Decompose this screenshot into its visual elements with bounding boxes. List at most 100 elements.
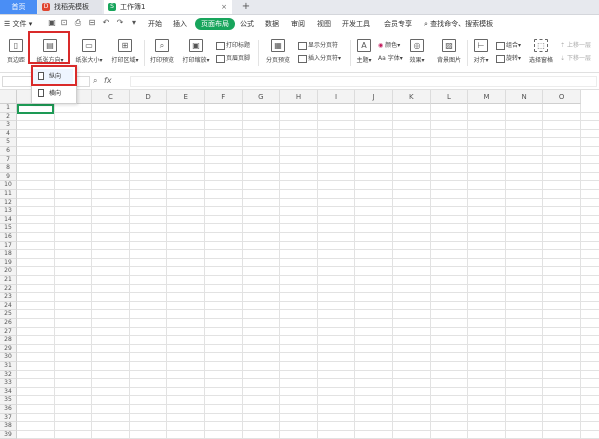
menu-member[interactable]: 会员专享 <box>384 19 412 29</box>
column-header[interactable]: J <box>355 90 393 104</box>
column-header[interactable]: I <box>317 90 356 104</box>
row-header[interactable]: 26 <box>0 319 17 328</box>
group-button[interactable]: 组合▾ <box>496 40 521 50</box>
header-footer-button[interactable]: 页眉页脚 <box>216 53 250 63</box>
column-header[interactable]: N <box>505 90 544 104</box>
send-backward-button[interactable]: ⇣ 下移一层 <box>560 53 591 62</box>
row-header[interactable]: 12 <box>0 198 17 208</box>
row-header[interactable]: 1 <box>0 104 17 113</box>
row-header[interactable]: 30 <box>0 353 17 362</box>
margins-button[interactable]: ▯ 页边距 <box>3 39 29 64</box>
row-header[interactable]: 13 <box>0 207 17 216</box>
column-header[interactable]: H <box>280 90 318 104</box>
align-button[interactable]: ⊢ 对齐▾ <box>470 39 492 64</box>
show-page-breaks-checkbox[interactable]: 显示分页符 <box>298 40 338 50</box>
row-header[interactable]: 38 <box>0 422 17 431</box>
row-header[interactable]: 34 <box>0 387 17 397</box>
row-header[interactable]: 31 <box>0 362 17 371</box>
row-header[interactable]: 19 <box>0 258 17 268</box>
tab-workbook[interactable]: S 工作簿1 × <box>104 0 232 14</box>
row-header[interactable]: 22 <box>0 284 17 294</box>
row-header[interactable]: 6 <box>0 147 17 156</box>
column-header[interactable]: F <box>205 90 243 104</box>
fx-icon[interactable]: fx <box>104 76 112 85</box>
undo-icon[interactable]: ↶ <box>102 19 110 27</box>
menu-insert[interactable]: 插入 <box>173 19 187 29</box>
row-header[interactable]: 33 <box>0 379 17 388</box>
row-header[interactable]: 11 <box>0 190 17 199</box>
column-header[interactable]: M <box>468 90 506 104</box>
file-menu[interactable]: ☰ 文件 ▾ <box>4 19 32 29</box>
menu-view[interactable]: 视图 <box>317 19 331 29</box>
theme-button[interactable]: A 主题▾ <box>353 39 375 64</box>
colors-button[interactable]: ◉ 颜色▾ <box>378 40 400 49</box>
row-header[interactable]: 7 <box>0 155 17 165</box>
background-button[interactable]: ▨ 背景图片 <box>432 39 466 64</box>
export-icon[interactable]: ⊡ <box>60 19 68 27</box>
close-tab-icon[interactable]: × <box>221 0 227 14</box>
row-header[interactable]: 35 <box>0 396 17 405</box>
row-header[interactable]: 8 <box>0 164 17 173</box>
row-header[interactable]: 32 <box>0 370 17 380</box>
row-header[interactable]: 28 <box>0 336 17 345</box>
row-header[interactable]: 21 <box>0 276 17 285</box>
row-header[interactable]: 39 <box>0 430 17 439</box>
row-header[interactable]: 27 <box>0 327 17 337</box>
row-header[interactable]: 4 <box>0 129 17 139</box>
insert-page-break-button[interactable]: 插入分页符▾ <box>298 53 341 63</box>
row-header[interactable]: 23 <box>0 293 17 302</box>
menu-page-layout[interactable]: 页面布局 <box>195 18 235 30</box>
row-header[interactable]: 9 <box>0 172 17 182</box>
row-header[interactable]: 20 <box>0 267 17 276</box>
spreadsheet-grid[interactable]: ABCDEFGHIJKLMNO1234567891011121314151617… <box>0 90 599 439</box>
column-header[interactable]: L <box>430 90 469 104</box>
print-icon[interactable]: ⎙ <box>74 19 82 27</box>
row-header[interactable]: 16 <box>0 233 17 242</box>
column-header[interactable]: O <box>543 90 581 104</box>
row-header[interactable]: 29 <box>0 344 17 354</box>
column-header[interactable]: G <box>242 90 281 104</box>
print-scale-button[interactable]: ▣ 打印缩放▾ <box>180 39 212 64</box>
redo-icon[interactable]: ↷ <box>116 19 124 27</box>
row-header[interactable]: 2 <box>0 112 17 122</box>
menu-formulas[interactable]: 公式 <box>240 19 254 29</box>
rotate-button[interactable]: 旋转▾ <box>496 53 521 63</box>
row-header[interactable]: 18 <box>0 250 17 259</box>
print-titles-button[interactable]: 打印标题 <box>216 40 250 50</box>
row-header[interactable]: 10 <box>0 181 17 190</box>
column-header[interactable]: K <box>393 90 431 104</box>
column-header[interactable]: D <box>129 90 168 104</box>
row-header[interactable]: 17 <box>0 241 17 251</box>
row-header[interactable]: 15 <box>0 224 17 233</box>
quick-access-more-icon[interactable]: ▾ <box>130 19 138 27</box>
row-header[interactable]: 3 <box>0 121 17 130</box>
row-header[interactable]: 24 <box>0 301 17 311</box>
tab-home[interactable]: 首页 <box>0 0 37 14</box>
bring-forward-button[interactable]: ⇡ 上移一层 <box>560 40 591 49</box>
row-header[interactable]: 37 <box>0 413 17 423</box>
new-tab-icon[interactable]: + <box>240 0 252 14</box>
selection-pane-button[interactable]: ⬚ 选择窗格 <box>526 39 556 64</box>
print-preview-button[interactable]: ⌕ 打印预览 <box>147 39 177 64</box>
active-cell[interactable] <box>17 104 54 114</box>
command-search[interactable]: ⌕ 查找命令、搜索模板 <box>424 19 493 29</box>
menu-developer[interactable]: 开发工具 <box>342 19 370 29</box>
menu-home[interactable]: 开始 <box>148 19 162 29</box>
column-header[interactable]: C <box>92 90 130 104</box>
row-header[interactable]: 36 <box>0 405 17 414</box>
print-area-button[interactable]: ⊞ 打印区域▾ <box>108 39 142 64</box>
tab-templates[interactable]: D 找稻壳模板 <box>38 0 102 14</box>
select-all-corner[interactable] <box>0 90 17 104</box>
row-header[interactable]: 25 <box>0 310 17 319</box>
paper-size-button[interactable]: ▭ 纸张大小▾ <box>72 39 106 64</box>
formula-input[interactable] <box>130 76 597 87</box>
print-preview-icon[interactable]: ⊟ <box>88 19 96 27</box>
landscape-option[interactable]: 横向 <box>33 86 73 101</box>
fonts-button[interactable]: Aa 字体▾ <box>378 53 403 62</box>
menu-data[interactable]: 数据 <box>265 19 279 29</box>
menu-review[interactable]: 审阅 <box>291 19 305 29</box>
zoom-icon[interactable]: ⌕ <box>93 76 97 86</box>
row-header[interactable]: 14 <box>0 215 17 225</box>
row-header[interactable]: 5 <box>0 138 17 147</box>
save-icon[interactable]: ▣ <box>48 19 56 27</box>
